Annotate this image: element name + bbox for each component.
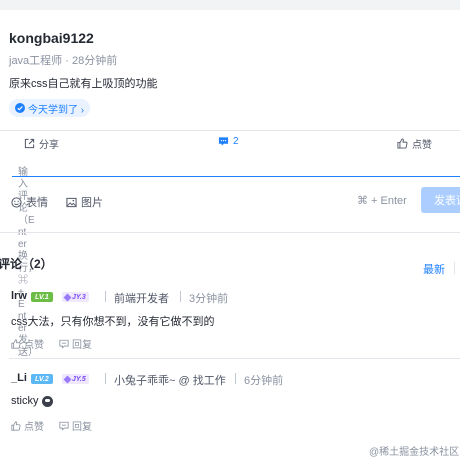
comment-input[interactable] <box>12 176 460 177</box>
comment-reply-button[interactable]: 回复 <box>59 418 92 433</box>
comment-text: css大法，只有你想不到，没有它做不到的 <box>11 313 215 329</box>
comments-title: 评论（2） <box>0 257 53 271</box>
comment-like-button[interactable]: 点赞 <box>11 336 44 351</box>
comment-like-label: 点赞 <box>24 340 44 351</box>
separator <box>105 291 106 302</box>
section-divider <box>0 232 460 233</box>
thumbs-up-icon <box>11 420 21 431</box>
sort-latest-tab[interactable]: 最新 <box>423 261 445 277</box>
gem-icon <box>63 375 72 383</box>
image-label: 图片 <box>81 197 103 209</box>
post-author-name[interactable]: kongbai9122 <box>9 30 94 46</box>
comment-icon <box>218 137 229 146</box>
comment-author-role: 小兔子乖乖~ @ 找工作 <box>114 375 226 387</box>
image-button[interactable]: 图片 <box>66 194 103 210</box>
comment-author-name[interactable]: lrw <box>11 290 27 302</box>
emoji-button[interactable]: 表情 <box>11 194 48 210</box>
send-shortcut-hint: ⌘ + Enter <box>357 195 407 207</box>
jy-badge: JY.5 <box>62 374 89 384</box>
separator <box>105 373 106 384</box>
topic-label: 今天学到了 › <box>28 104 85 116</box>
watermark: @稀土掘金技术社区 <box>369 447 460 458</box>
jy-label: JY.3 <box>72 293 86 301</box>
like-label: 点赞 <box>412 140 432 151</box>
jy-badge: JY.3 <box>62 292 89 302</box>
comment-author-name[interactable]: _Li <box>11 372 27 384</box>
separator <box>180 291 181 302</box>
level-badge: LV.1 <box>31 292 53 302</box>
like-button[interactable]: 点赞 <box>397 136 432 151</box>
post-content: 原来css自己就有上吸顶的功能 <box>9 78 158 90</box>
share-button[interactable]: 分享 <box>24 136 59 151</box>
comment-text-content: sticky <box>11 395 39 407</box>
gem-icon <box>63 293 72 301</box>
comment-count: 2 <box>233 136 239 147</box>
comment-reply-button[interactable]: 回复 <box>59 336 92 351</box>
comment-text-content: css大法，只有你想不到，没有它做不到的 <box>11 316 215 328</box>
smiley-icon <box>11 196 22 208</box>
jy-label: JY.5 <box>72 375 86 383</box>
comment-reply-label: 回复 <box>72 340 92 351</box>
reply-icon <box>59 339 69 349</box>
share-label: 分享 <box>39 140 59 151</box>
comment-time: 3分钟前 <box>189 293 229 305</box>
comment-reply-label: 回复 <box>72 422 92 433</box>
share-icon <box>24 138 35 149</box>
separator <box>235 373 236 384</box>
image-icon <box>66 197 77 207</box>
comment-text: sticky <box>11 395 53 407</box>
topic-icon <box>15 103 25 113</box>
comment-divider <box>9 358 460 359</box>
topic-pill[interactable]: 今天学到了 › <box>9 99 91 117</box>
sort-separator <box>454 262 455 274</box>
post-author-meta: java工程师 · 28分钟前 <box>9 55 118 67</box>
comment-like-label: 点赞 <box>24 422 44 433</box>
send-comment-button[interactable]: 发表评论 <box>421 187 460 213</box>
comment-button[interactable]: 2 <box>218 136 239 147</box>
comment-author-role: 前端开发者 <box>114 293 169 305</box>
sunglasses-emoji-icon <box>41 395 53 407</box>
reply-icon <box>59 421 69 431</box>
thumbs-up-icon <box>397 138 408 149</box>
comment-like-button[interactable]: 点赞 <box>11 418 44 433</box>
thumbs-up-icon <box>11 338 21 349</box>
level-badge: LV.2 <box>31 374 53 384</box>
emoji-label: 表情 <box>26 197 48 209</box>
comment-time: 6分钟前 <box>244 375 284 387</box>
